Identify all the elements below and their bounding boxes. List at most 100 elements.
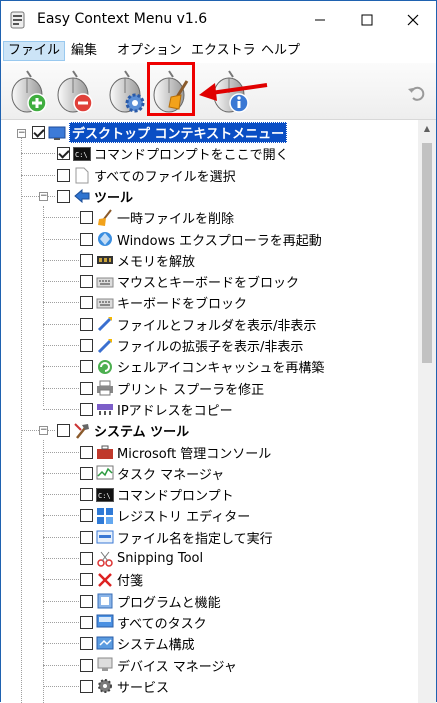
item-checkbox[interactable]: [80, 615, 93, 629]
tree-item-label: ファイル名を指定して実行: [117, 531, 273, 547]
tree-line: [43, 579, 79, 581]
tree-item-label: コマンドプロンプト: [117, 489, 234, 505]
tree-item[interactable]: ファイル名を指定して実行: [80, 527, 273, 548]
tree-line: [43, 206, 44, 406]
item-checkbox[interactable]: [80, 232, 93, 246]
tree-item[interactable]: プリント スプーラを修正: [80, 378, 264, 399]
maximize-button[interactable]: [344, 1, 390, 39]
item-checkbox[interactable]: [80, 594, 93, 608]
svg-text:C:\: C:\: [75, 151, 88, 159]
tree-item[interactable]: メモリを解放: [80, 250, 195, 271]
group-expander[interactable]: −: [39, 426, 48, 436]
item-checkbox[interactable]: [80, 466, 93, 480]
x-mark-icon: [96, 571, 114, 589]
item-checkbox[interactable]: [80, 296, 93, 310]
tree-item[interactable]: シェルアイコンキャッシュを再構築: [80, 356, 324, 377]
item-checkbox[interactable]: [57, 168, 70, 182]
item-checkbox[interactable]: [80, 679, 93, 693]
tree-item-label: キーボードをブロック: [117, 297, 248, 313]
app-window: Easy Context Menu v1.6 ファイル 編集 オプション エクス…: [0, 0, 437, 703]
item-checkbox[interactable]: [57, 189, 70, 203]
tree-item[interactable]: マウスとキーボードをブロック: [80, 271, 299, 292]
settings-button[interactable]: [105, 67, 151, 115]
item-checkbox[interactable]: [80, 658, 93, 672]
item-checkbox[interactable]: [80, 402, 93, 416]
tree-item-label: システム ツール: [94, 425, 190, 441]
tree-item[interactable]: すべてのファイルを選択: [57, 165, 236, 186]
title-bar[interactable]: Easy Context Menu v1.6: [1, 1, 436, 39]
tree-item[interactable]: タスク マネージャ: [80, 463, 224, 484]
item-checkbox[interactable]: [80, 573, 93, 587]
red-arrow-icon: [199, 83, 268, 101]
tree-item-label: IPアドレスをコピー: [117, 403, 233, 419]
cmd-icon: C:\: [96, 486, 114, 504]
tree-item[interactable]: C:\ コマンドプロンプト: [80, 484, 234, 505]
tree-item[interactable]: デバイス マネージャ: [80, 655, 237, 676]
tree-line: [43, 600, 79, 602]
context-menu-tree[interactable]: − デスクトップ コンテキストメニュー C:\ コマンドプロンプトをここで開く すべ…: [1, 120, 418, 703]
tree-item[interactable]: サービス: [80, 676, 169, 697]
item-checkbox[interactable]: [80, 445, 93, 459]
add-menu-item-button[interactable]: [7, 67, 53, 115]
tree-item[interactable]: キーボードをブロック: [80, 292, 247, 313]
item-checkbox[interactable]: [80, 381, 93, 395]
item-checkbox[interactable]: [80, 530, 93, 544]
tree-group[interactable]: ツール: [57, 186, 133, 207]
wand-icon: [96, 315, 114, 333]
registry-icon: [96, 507, 114, 525]
tree-root-label: デスクトップ コンテキストメニュー: [69, 122, 288, 143]
root-checkbox[interactable]: [32, 126, 45, 139]
tree-item-label: すべてのタスク: [117, 616, 207, 632]
menu-edit[interactable]: 編集: [67, 41, 101, 61]
group-expander[interactable]: −: [39, 191, 48, 201]
tree-item[interactable]: C:\ コマンドプロンプトをここで開く: [57, 143, 289, 164]
minimize-button[interactable]: [297, 1, 343, 39]
menu-file[interactable]: ファイル: [3, 41, 66, 61]
tree-item[interactable]: システム構成: [80, 633, 195, 654]
tree-group[interactable]: システム ツール: [57, 420, 189, 441]
tree-item-label: コマンドプロンプトをここで開く: [94, 148, 289, 164]
tree-item[interactable]: レジストリ エディター: [80, 505, 250, 526]
tree-item[interactable]: Snipping Tool: [80, 548, 203, 569]
tree-item[interactable]: IPアドレスをコピー: [80, 399, 233, 420]
tree-item[interactable]: ファイルとフォルダを表示/非表示: [80, 314, 316, 335]
tree-line: [21, 430, 55, 432]
item-checkbox[interactable]: [57, 424, 70, 438]
item-checkbox[interactable]: [80, 317, 93, 331]
item-checkbox[interactable]: [80, 339, 93, 352]
item-checkbox[interactable]: [80, 552, 93, 565]
tree-item-label: プログラムと機能: [117, 595, 221, 611]
item-checkbox[interactable]: [80, 360, 93, 374]
window-title: Easy Context Menu v1.6: [37, 11, 208, 27]
tree-item[interactable]: 一時ファイルを削除: [80, 207, 234, 228]
menu-extra[interactable]: エクストラ: [187, 41, 260, 61]
item-checkbox[interactable]: [80, 253, 93, 267]
tree-line: [43, 345, 79, 346]
tree-item[interactable]: ファイルの拡張子を表示/非表示: [80, 335, 303, 356]
menu-bar: ファイル 編集 オプション エクストラ ヘルプ: [1, 39, 436, 64]
tree-item[interactable]: 付箋: [80, 569, 143, 590]
tree-item[interactable]: Microsoft 管理コンソール: [80, 442, 271, 463]
tree-item-label: システム構成: [117, 638, 195, 654]
item-checkbox[interactable]: [80, 488, 93, 502]
scroll-thumb[interactable]: [422, 143, 432, 363]
tree-item[interactable]: すべてのタスク: [80, 612, 207, 633]
close-button[interactable]: [390, 1, 436, 39]
item-checkbox[interactable]: [80, 637, 93, 651]
remove-menu-item-button[interactable]: [53, 67, 99, 115]
scroll-up-icon[interactable]: ▲: [418, 120, 436, 138]
menu-help[interactable]: ヘルプ: [257, 41, 304, 61]
item-checkbox[interactable]: [57, 147, 70, 161]
tree-root[interactable]: デスクトップ コンテキストメニュー: [32, 122, 288, 143]
undo-button[interactable]: [407, 83, 431, 107]
tree-item-label: シェルアイコンキャッシュを再構築: [117, 361, 325, 377]
tree-item[interactable]: Windows エクスプローラを再起動: [80, 229, 322, 250]
item-checkbox[interactable]: [80, 211, 93, 225]
tree-line: [43, 536, 79, 538]
explorer-icon: [96, 230, 114, 248]
item-checkbox[interactable]: [80, 275, 93, 289]
tree-item[interactable]: プログラムと機能: [80, 591, 221, 612]
menu-options[interactable]: オプション: [113, 41, 186, 61]
item-checkbox[interactable]: [80, 509, 93, 523]
root-expander[interactable]: −: [17, 129, 26, 138]
